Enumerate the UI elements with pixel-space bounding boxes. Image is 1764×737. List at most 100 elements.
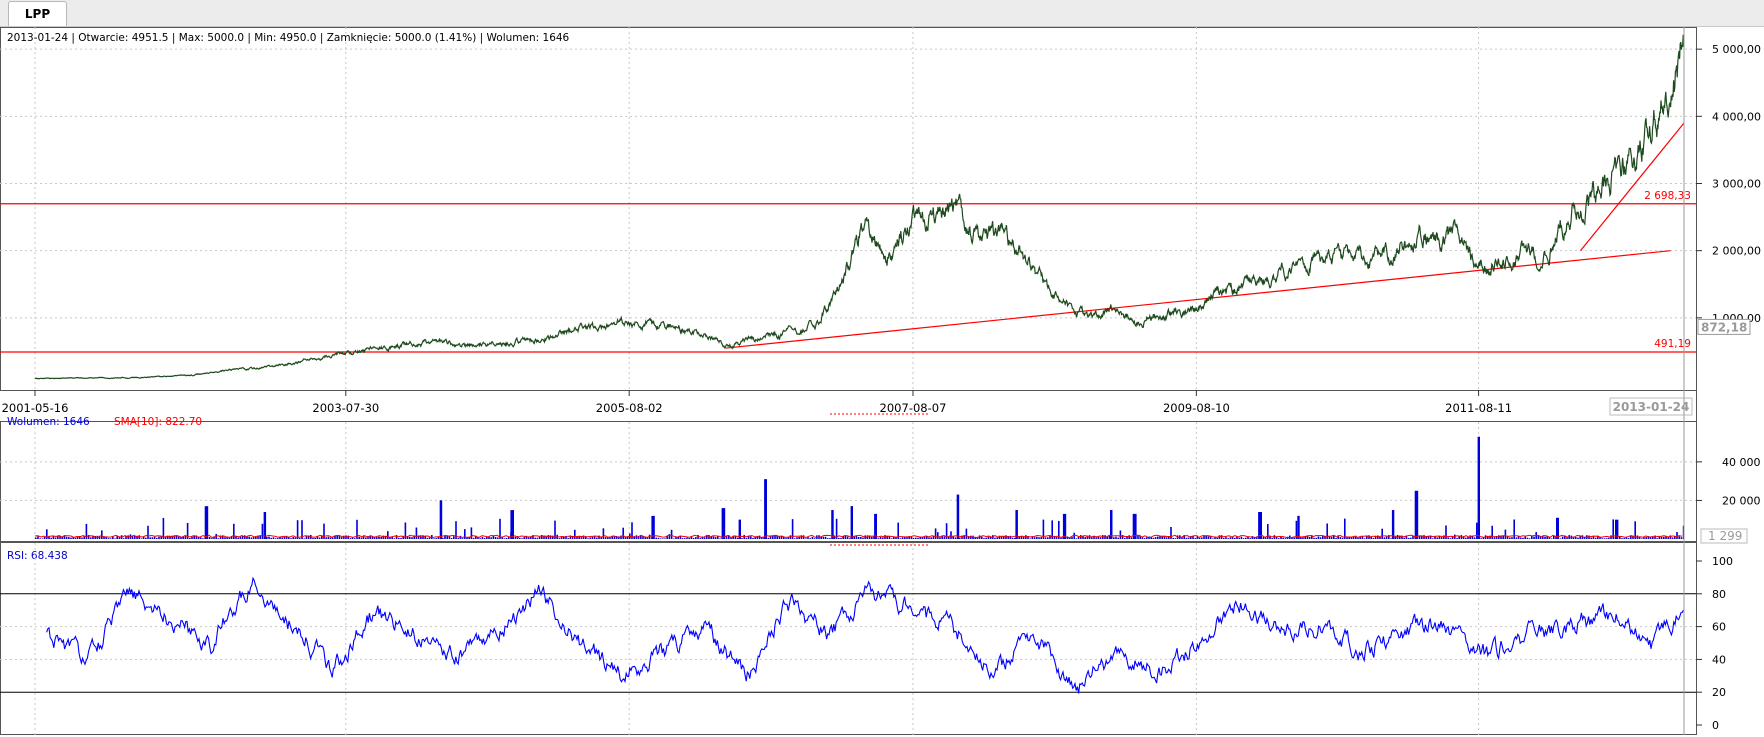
volume-bar [1678, 536, 1680, 539]
chart-background [0, 27, 1764, 737]
volume-bar [435, 538, 437, 539]
volume-bar [272, 537, 275, 539]
volume-bar [1315, 537, 1317, 539]
volume-bar [662, 538, 664, 539]
volume-bar [1425, 536, 1427, 539]
volume-bar [329, 537, 332, 539]
volume-bar [809, 538, 811, 539]
volume-bar [1601, 538, 1603, 539]
volume-bar [1185, 537, 1188, 539]
volume-bar [906, 537, 908, 539]
volume-bar [1559, 538, 1562, 539]
volume-bar [596, 537, 598, 539]
volume-bar [1561, 536, 1564, 539]
volume-bar [380, 537, 382, 539]
volume-bar [996, 537, 998, 539]
volume-bar [1643, 537, 1645, 539]
volume-spike-bar [439, 500, 443, 539]
volume-bar [917, 537, 919, 539]
volume-bar [1407, 537, 1410, 539]
volume-bar [1491, 525, 1493, 539]
volume-bar [1157, 536, 1159, 539]
volume-bar [479, 538, 481, 539]
volume-bar [981, 536, 983, 539]
volume-bar [325, 537, 327, 539]
volume-bar [450, 538, 453, 539]
volume-bar [1071, 536, 1073, 539]
rsi-y-tick-label: 0 [1712, 719, 1719, 732]
volume-bar [622, 527, 624, 539]
volume-bar [1515, 537, 1518, 539]
volume-bar [290, 538, 292, 539]
volume-bar [503, 538, 506, 539]
volume-bar [688, 538, 690, 539]
stock-chart[interactable]: 2 698,33491,19 1 000,002 000,003 000,004… [0, 27, 1764, 737]
volume-bar [1047, 537, 1049, 539]
tab-bar: LPP [0, 0, 1764, 27]
volume-bar [74, 537, 77, 539]
volume-bar [1036, 536, 1038, 539]
volume-bar [1493, 537, 1496, 539]
volume-bar [1282, 537, 1284, 539]
volume-bar [849, 538, 851, 539]
volume-bar [101, 530, 103, 539]
volume-bar [822, 536, 825, 539]
volume-bar [1385, 536, 1388, 539]
volume-bar [494, 537, 497, 539]
volume-bar [1339, 537, 1342, 539]
volume-bar [681, 538, 684, 539]
volume-bar [745, 537, 748, 539]
volume-bar [1172, 537, 1174, 539]
volume-bar [1181, 537, 1183, 539]
volume-bar [593, 536, 596, 539]
volume-bar [890, 538, 893, 539]
volume-bar [664, 538, 666, 539]
volume-bar [217, 538, 220, 539]
volume-bar [1014, 538, 1016, 539]
volume-bar [472, 537, 475, 539]
volume-bar [1293, 537, 1295, 539]
volume-bar [1093, 536, 1095, 539]
volume-bar [703, 537, 706, 539]
volume-bar [877, 538, 880, 539]
volume-bar [1359, 537, 1361, 539]
volume-bar [1447, 537, 1449, 539]
volume-bar [934, 528, 937, 539]
volume-bar [1302, 537, 1304, 539]
volume-bar [211, 538, 213, 539]
volume-bar [536, 537, 539, 539]
date-x-tick-label: 2011-08-11 [1445, 401, 1512, 415]
volume-bar [288, 537, 290, 539]
volume-spike-bar [1391, 510, 1395, 539]
volume-bar [1656, 538, 1658, 539]
volume-bar [589, 537, 591, 539]
volume-bar [714, 537, 717, 539]
volume-bar [398, 538, 400, 539]
volume-bar [1040, 537, 1042, 539]
volume-bar [1348, 537, 1350, 539]
volume-bar [1229, 537, 1232, 539]
volume-bar [1038, 537, 1040, 539]
volume-bar [655, 537, 657, 539]
volume-bar [1443, 535, 1445, 539]
volume-bar [1522, 537, 1524, 539]
volume-bar [1278, 538, 1280, 539]
volume-bar [1440, 537, 1443, 539]
volume-bar [358, 536, 360, 539]
volume-bar [354, 538, 356, 539]
volume-bar [400, 538, 402, 539]
volume-bar [1357, 537, 1359, 539]
volume-bar [387, 531, 389, 539]
volume-bar [1201, 537, 1203, 539]
tab-lpp[interactable]: LPP [8, 1, 67, 26]
volume-bar [228, 537, 231, 539]
volume-bar [1033, 537, 1036, 539]
volume-bar [1084, 537, 1086, 539]
volume-bar [1143, 538, 1146, 539]
volume-bar [670, 529, 673, 539]
volume-bar [857, 537, 860, 539]
volume-bar [1080, 535, 1082, 539]
volume-bar [281, 537, 283, 539]
volume-bar [853, 536, 855, 539]
volume-bar [901, 537, 904, 539]
